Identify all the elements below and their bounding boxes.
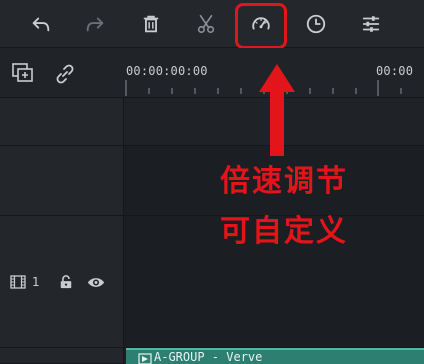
track-number: 1 — [32, 275, 40, 289]
delete-button[interactable] — [135, 8, 167, 40]
track-header-empty-1 — [0, 98, 124, 146]
speed-highlight-box — [235, 3, 287, 49]
eye-icon — [87, 277, 105, 287]
scissors-icon — [197, 14, 215, 34]
track-header-video-1[interactable]: 1 — [0, 216, 124, 348]
sliders-icon — [362, 16, 380, 32]
annotation-line-1: 倍速调节 — [220, 164, 348, 199]
trash-icon — [143, 15, 159, 33]
cut-button[interactable] — [190, 8, 222, 40]
undo-button[interactable] — [25, 8, 57, 40]
track-visibility-toggle[interactable] — [86, 274, 106, 290]
adjust-button[interactable] — [355, 8, 387, 40]
annotation-line-2: 可自定义 — [220, 214, 348, 249]
timeline-toolbar — [0, 0, 424, 49]
track-lock-toggle[interactable] — [58, 274, 74, 290]
ruler-time-next: 00:00 — [376, 64, 414, 78]
link-icon — [56, 64, 74, 84]
timeline-clip[interactable]: A-GROUP - Verve — [126, 348, 424, 364]
add-track-icon — [12, 63, 33, 82]
undo-icon — [32, 17, 50, 32]
film-icon — [10, 275, 26, 289]
red-arrow-up — [259, 64, 295, 156]
duration-button[interactable] — [300, 8, 332, 40]
link-button[interactable] — [52, 61, 78, 85]
ruler-time-start: 00:00:00:00 — [126, 64, 208, 78]
redo-button[interactable] — [79, 8, 111, 40]
clip-label: A-GROUP - Verve — [154, 350, 263, 364]
track-video-label: 1 — [10, 275, 40, 289]
track-header-audio — [0, 348, 124, 364]
track-tools-bar — [0, 48, 124, 98]
clock-icon — [306, 14, 326, 34]
unlock-icon — [60, 275, 72, 289]
track-header-empty-2 — [0, 146, 124, 216]
clip-thumbnail-icon — [138, 353, 152, 364]
redo-icon — [86, 17, 104, 32]
add-track-button[interactable] — [10, 61, 36, 85]
